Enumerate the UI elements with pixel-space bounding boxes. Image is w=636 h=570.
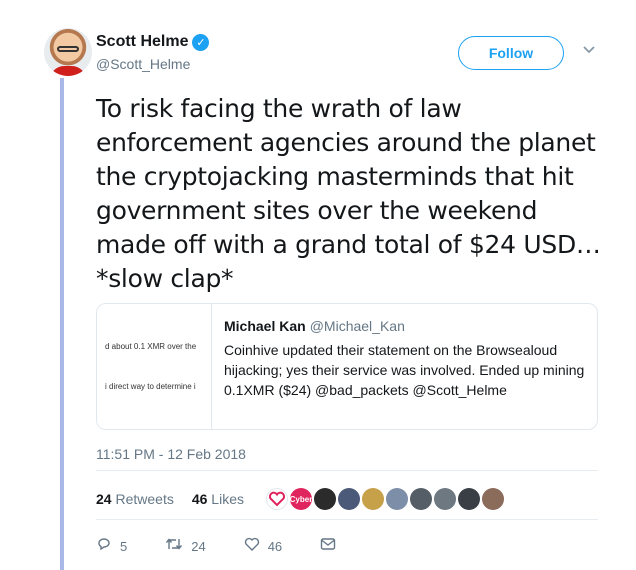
likes-count: 46 [191, 491, 208, 507]
media-text-line-2: i direct way to determine i [105, 382, 196, 391]
retweet-icon [165, 536, 183, 557]
liker-avatar-1[interactable] [265, 488, 288, 510]
like-count: 46 [267, 539, 283, 554]
retweet-action[interactable]: 24 [165, 536, 206, 557]
liker-avatar-10[interactable] [481, 488, 504, 510]
envelope-icon [320, 537, 336, 556]
heart-icon [244, 536, 260, 557]
liker-avatar-5[interactable] [361, 488, 384, 510]
avatar-shirt [50, 66, 86, 76]
reply-action[interactable]: 5 [96, 536, 127, 557]
media-text-line-1: d about 0.1 XMR over the [105, 342, 197, 351]
direct-message-action[interactable] [320, 537, 344, 556]
tweet-actions: 5 24 46 [96, 536, 382, 557]
likes-stat[interactable]: 46 Likes [192, 491, 244, 507]
author-avatar[interactable] [44, 28, 92, 76]
quoted-author-name: Michael Kan [224, 318, 306, 334]
retweets-label: Retweets [115, 491, 174, 507]
retweets-stat[interactable]: 24 Retweets [96, 491, 174, 507]
avatar-glasses [57, 46, 79, 52]
tweet-stats: 24 Retweets 46 Likes Cyber [96, 488, 504, 510]
liker-avatar-3[interactable] [313, 488, 336, 510]
tweet-timestamp[interactable]: 11:51 PM - 12 Feb 2018 [96, 446, 246, 462]
retweet-count: 24 [191, 539, 206, 554]
divider-top [96, 470, 598, 471]
quoted-tweet-media[interactable]: d about 0.1 XMR over the i direct way to… [97, 304, 212, 429]
quoted-tweet-text: Coinhive updated their statement on the … [224, 342, 585, 398]
liker-avatar-6[interactable] [385, 488, 408, 510]
retweets-count: 24 [96, 491, 112, 507]
likes-label: Likes [211, 491, 244, 507]
author-handle[interactable]: @Scott_Helme [96, 56, 190, 72]
liker-avatar-9[interactable] [457, 488, 480, 510]
like-action[interactable]: 46 [244, 536, 282, 557]
divider-bottom [96, 519, 598, 520]
liker-avatar-2[interactable]: Cyber [290, 488, 312, 510]
verified-badge-icon: ✓ [192, 33, 210, 51]
quoted-tweet-body: Michael Kan @Michael_Kan Coinhive updated… [224, 318, 589, 400]
liker-avatar-4[interactable] [337, 488, 360, 510]
tweet-text: To risk facing the wrath of law enforcem… [96, 94, 601, 293]
liker-avatars: Cyber [265, 488, 504, 510]
reply-icon [96, 536, 112, 557]
chevron-down-icon[interactable] [582, 42, 596, 56]
liker-avatar-7[interactable] [409, 488, 432, 510]
reply-count: 5 [120, 539, 128, 554]
liker-avatar-8[interactable] [433, 488, 456, 510]
thread-line [60, 78, 64, 570]
quoted-tweet-card[interactable]: d about 0.1 XMR over the i direct way to… [96, 303, 598, 430]
author-display-name[interactable]: Scott Helme [96, 33, 188, 51]
follow-button[interactable]: Follow [458, 36, 564, 70]
author-name-row[interactable]: Scott Helme ✓ [96, 33, 210, 51]
quoted-author-handle: @Michael_Kan [309, 318, 405, 334]
quoted-author: Michael Kan @Michael_Kan [224, 318, 589, 334]
